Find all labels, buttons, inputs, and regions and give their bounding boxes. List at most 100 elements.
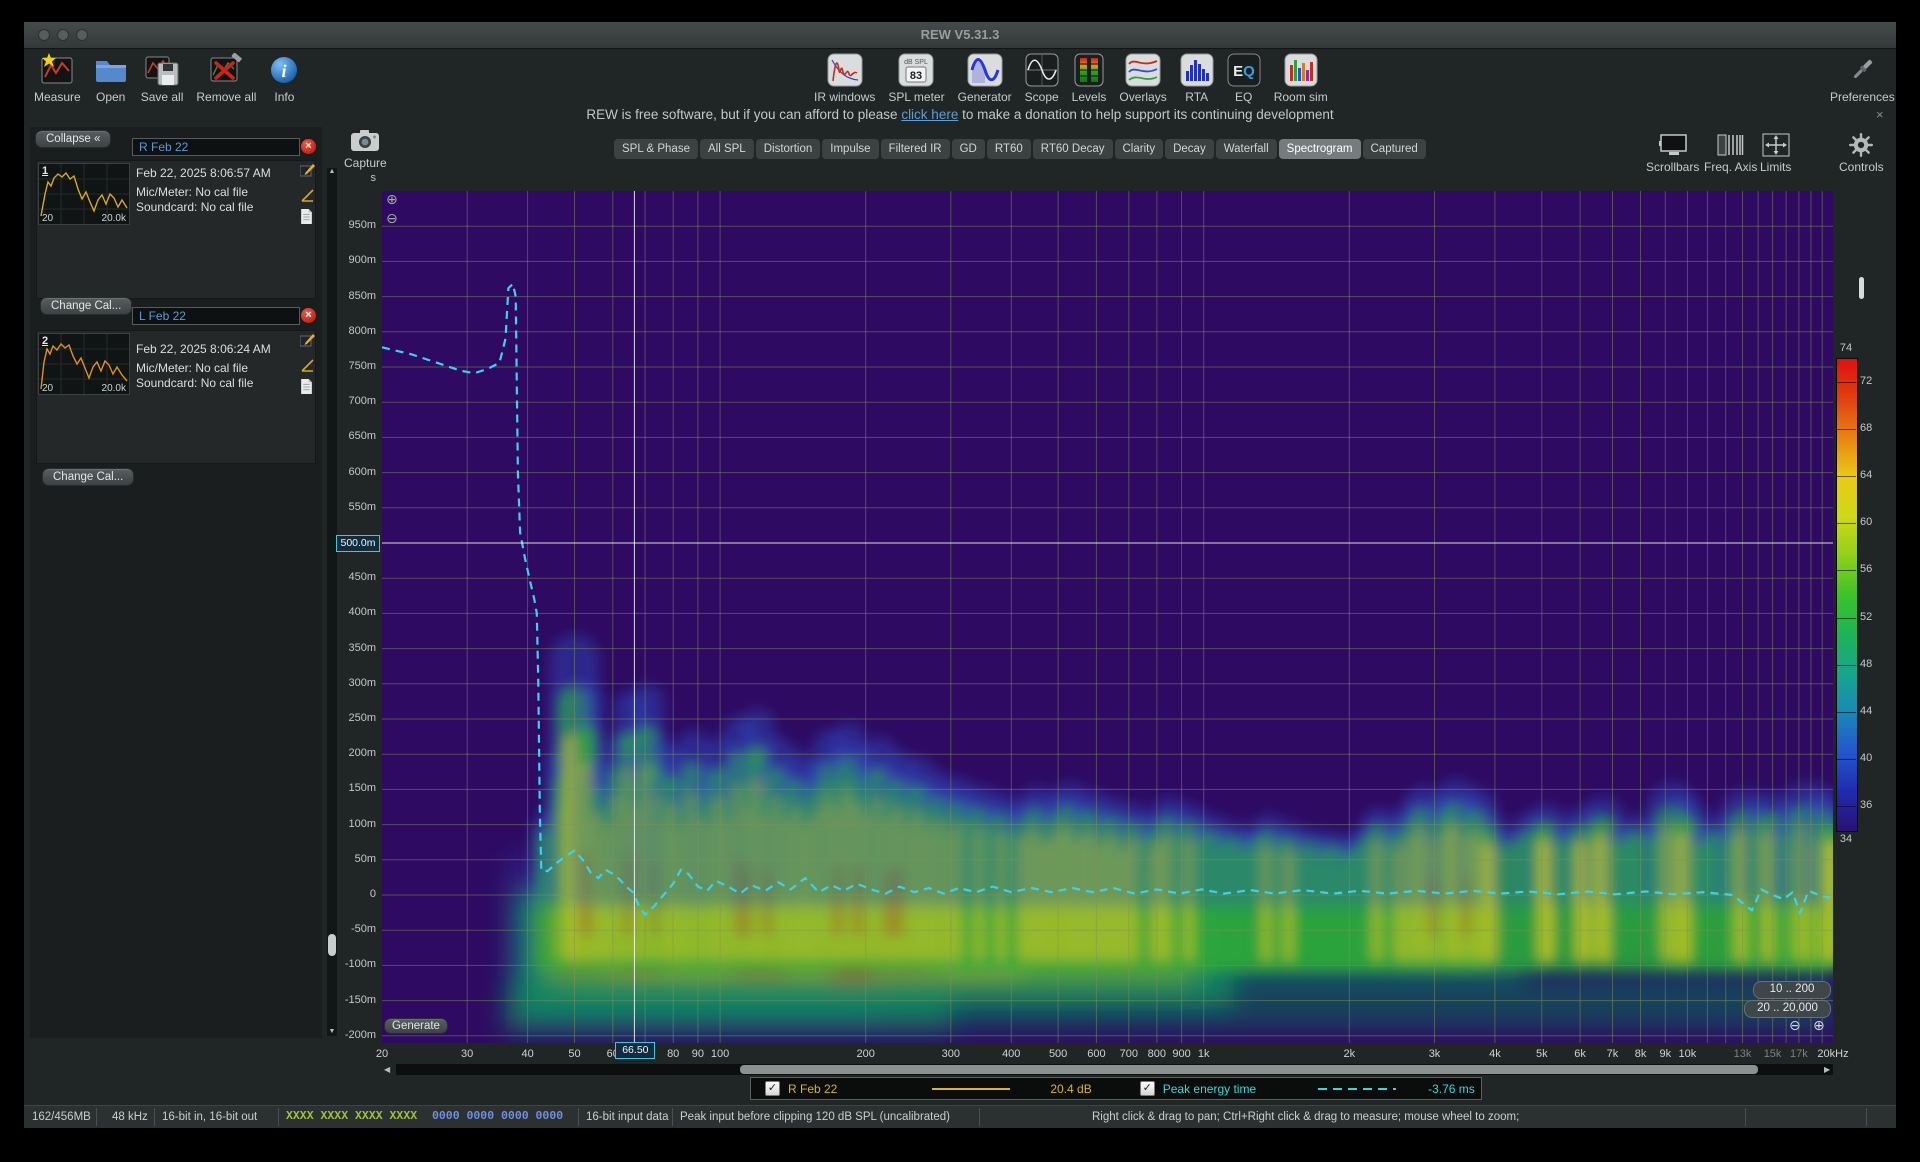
colorbar-tick-label: 44 [1860, 705, 1888, 717]
colorbar-tick-label: 72 [1860, 375, 1888, 387]
measurement-name-field[interactable]: L Feb 22 [132, 307, 300, 325]
measurement-thumbnail[interactable]: 1 20 20.0k [38, 163, 130, 225]
input-data-format: 16-bit input data [586, 1106, 668, 1128]
measurement-thumbnail[interactable]: 2 20 20.0k [38, 333, 130, 395]
y-tick-label: 350m [320, 642, 376, 654]
spectrogram-canvas [382, 191, 1833, 1043]
notes-doc-icon[interactable] [300, 379, 316, 395]
controls-label: Controls [1839, 160, 1884, 174]
scroll-up-icon[interactable]: ▲ [327, 168, 337, 175]
open-button[interactable]: Open [94, 52, 128, 104]
series-checkbox[interactable]: ✓ [1140, 1081, 1155, 1096]
tab-waterfall[interactable]: Waterfall [1216, 139, 1277, 159]
rta-button[interactable]: RTA [1180, 52, 1214, 104]
tab-rt60-decay[interactable]: RT60 Decay [1033, 139, 1113, 159]
overlays-icon [1125, 52, 1161, 88]
open-label: Open [96, 90, 125, 104]
scope-button[interactable]: Scope [1025, 52, 1059, 104]
series-line-sample [932, 1088, 1010, 1090]
trim-ir-icon[interactable] [300, 358, 316, 374]
tab-all-spl[interactable]: All SPL [700, 139, 754, 159]
spectrogram-plot[interactable] [382, 191, 1833, 1043]
series-checkbox[interactable]: ✓ [765, 1081, 780, 1096]
window-minimize-button[interactable] [57, 29, 69, 41]
tab-gd[interactable]: GD [952, 139, 985, 159]
scroll-left-icon[interactable]: ◀ [384, 1064, 390, 1075]
generate-button[interactable]: Generate [384, 1018, 448, 1034]
info-button[interactable]: i Info [269, 52, 299, 104]
svg-text:83: 83 [910, 70, 922, 82]
zoom-in-icon[interactable]: ⊕ [386, 192, 398, 208]
camera-icon [350, 128, 380, 154]
eq-button[interactable]: EQ EQ [1227, 52, 1261, 104]
edit-notes-icon[interactable] [300, 333, 316, 349]
window-close-button[interactable] [38, 29, 50, 41]
input-bit-pattern: XXXX XXXX XXXX XXXX [286, 1106, 417, 1128]
trim-ir-icon[interactable] [300, 188, 316, 204]
title-bar: REW V5.31.3 [24, 22, 1896, 49]
tab-impulse[interactable]: Impulse [822, 139, 878, 159]
y-tick-label: 300m [320, 677, 376, 689]
scroll-right-icon[interactable]: ▶ [1824, 1064, 1830, 1075]
horizontal-scrollbar-thumb[interactable] [740, 1065, 1758, 1074]
scrollbars-button[interactable]: Scrollbars [1646, 132, 1699, 174]
tab-spectrogram[interactable]: Spectrogram [1279, 139, 1361, 159]
remove-all-button[interactable]: Remove all [196, 52, 256, 104]
tab-rt60[interactable]: RT60 [987, 139, 1031, 159]
change-cal-button[interactable]: Change Cal... [42, 468, 134, 486]
banner-close-icon[interactable]: × [1876, 107, 1884, 122]
collapse-button[interactable]: Collapse « [35, 130, 111, 148]
tab-decay[interactable]: Decay [1165, 139, 1214, 159]
freq-axis-button[interactable]: Freq. Axis [1704, 132, 1757, 174]
measure-button[interactable]: Measure [34, 52, 81, 104]
tab-distortion[interactable]: Distortion [756, 139, 821, 159]
window-bottom-strip [24, 1128, 1896, 1136]
thumb-xmin: 20 [42, 383, 53, 394]
tab-spl-phase[interactable]: SPL & Phase [614, 139, 698, 159]
delete-measurement-icon[interactable]: × [301, 139, 316, 154]
vertical-scrollbar-thumb[interactable] [328, 934, 336, 956]
tab-clarity[interactable]: Clarity [1115, 139, 1164, 159]
window-zoom-button[interactable] [76, 29, 88, 41]
overlays-button[interactable]: Overlays [1119, 52, 1166, 104]
change-cal-button[interactable]: Change Cal... [40, 297, 132, 315]
freq-range-button[interactable]: 20 .. 20,000 [1744, 1000, 1831, 1018]
impulse-icon [827, 52, 863, 88]
series-value: 20.4 dB [1050, 1082, 1091, 1096]
spl-meter-button[interactable]: dB SPL83 SPL meter [888, 52, 944, 104]
limits-label: Limits [1760, 160, 1791, 174]
colorbar-scroll-handle[interactable] [1859, 277, 1864, 299]
measurement-name-field[interactable]: R Feb 22 [132, 138, 300, 156]
tab-captured[interactable]: Captured [1363, 139, 1426, 159]
donation-banner: REW is free software, but if you can aff… [24, 107, 1896, 122]
room-sim-button[interactable]: Room sim [1274, 52, 1328, 104]
monitor-icon [1658, 132, 1688, 158]
controls-button[interactable]: Controls [1839, 132, 1884, 174]
preferences-button[interactable]: Preferences [1830, 52, 1895, 104]
levels-button[interactable]: Levels [1072, 52, 1107, 104]
save-all-button[interactable]: Save all [141, 52, 184, 104]
capture-button[interactable]: Capture [344, 128, 387, 170]
edit-notes-icon[interactable] [300, 163, 316, 179]
colorbar-tick-label: 60 [1860, 516, 1888, 528]
range-minus-icon[interactable]: ⊖ [1789, 1018, 1801, 1034]
levels-label: Levels [1072, 90, 1107, 104]
measurement-index: 1 [42, 165, 48, 177]
ir-windows-button[interactable]: IR windows [814, 52, 875, 104]
zoom-out-icon[interactable]: ⊖ [386, 211, 398, 227]
measure-label: Measure [34, 90, 81, 104]
colorbar-min-label: 34 [1830, 833, 1862, 845]
donate-link[interactable]: click here [901, 107, 958, 122]
notes-doc-icon[interactable] [300, 209, 316, 225]
tab-filtered-ir[interactable]: Filtered IR [881, 139, 950, 159]
delete-measurement-icon[interactable]: × [301, 308, 316, 323]
limits-button[interactable]: Limits [1760, 132, 1791, 174]
range-plus-icon[interactable]: ⊕ [1813, 1018, 1825, 1034]
time-range-button[interactable]: 10 .. 200 [1753, 981, 1831, 999]
rta-icon [1180, 52, 1214, 88]
measurement-index: 2 [42, 335, 48, 347]
measurement-date: Feb 22, 2025 8:06:57 AM [136, 166, 271, 180]
generator-button[interactable]: Generator [958, 52, 1012, 104]
colorbar-tick-line [1836, 523, 1856, 524]
colorbar-tick-line [1836, 429, 1856, 430]
